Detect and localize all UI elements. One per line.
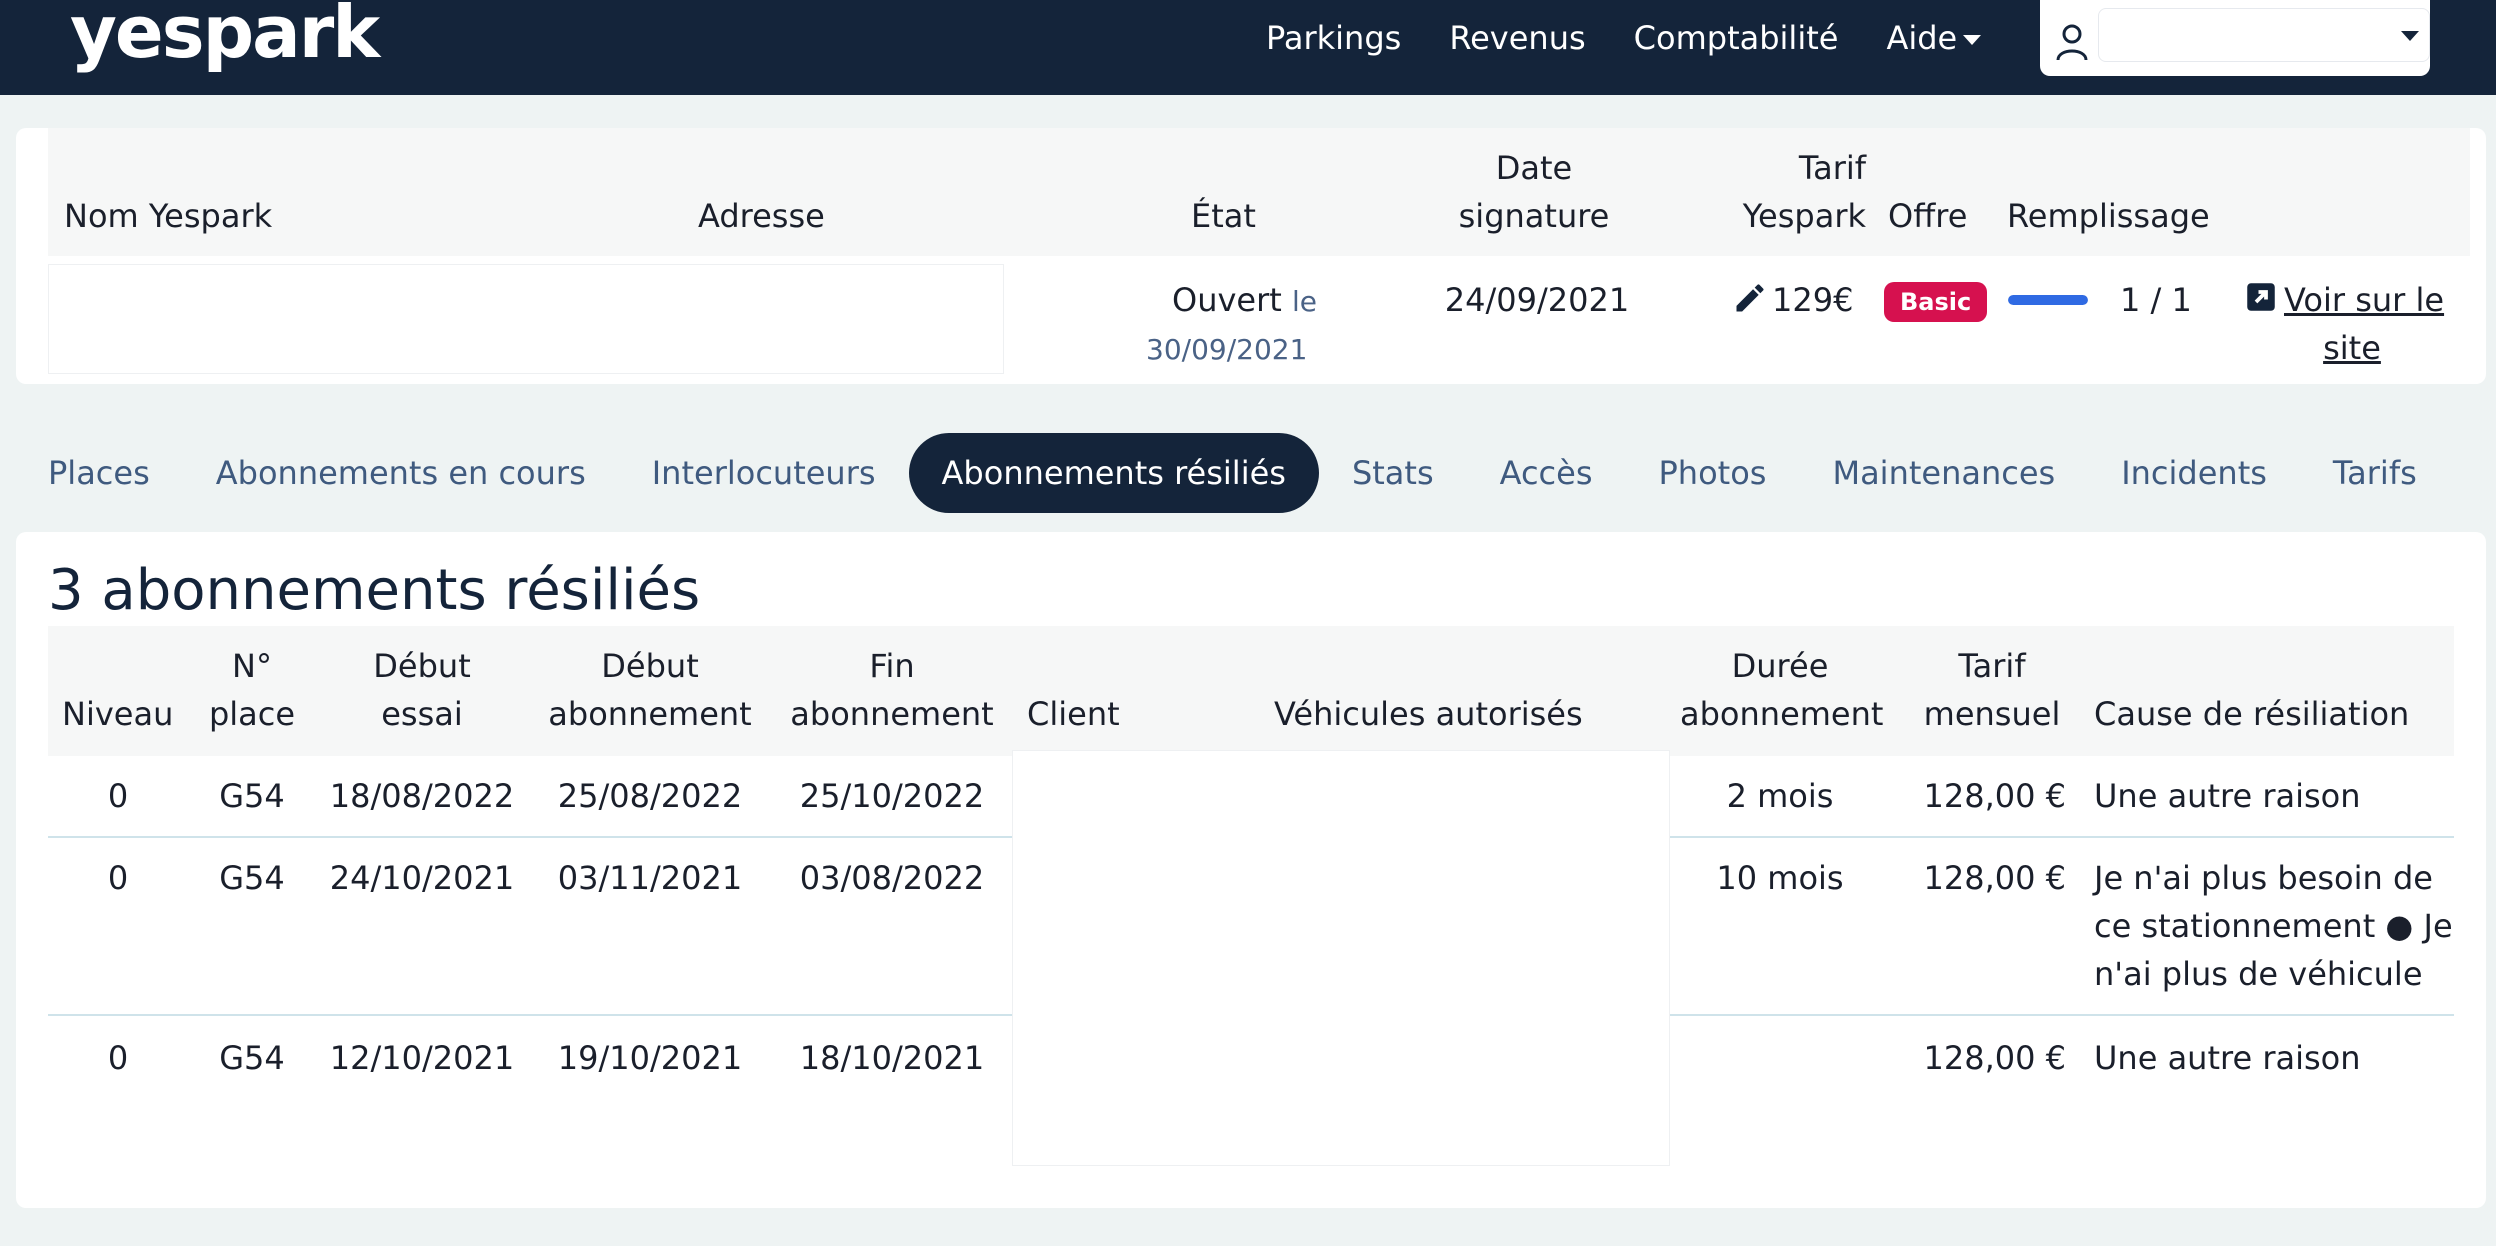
parking-summary-card: Nom Yespark Adresse État Date signature … xyxy=(16,128,2486,384)
col-fin-abo-2: abonnement xyxy=(790,695,994,733)
chevron-down-icon xyxy=(2401,31,2419,41)
cell-cause: Une autre raison xyxy=(2094,1039,2361,1077)
yespark-logo[interactable]: yespark xyxy=(70,0,380,74)
col-debut-abo-1: Début xyxy=(601,647,699,685)
col-niveau: Niveau xyxy=(62,695,174,733)
cell-tarif: 128,00 € xyxy=(1923,859,2067,897)
parking-name-address-cell xyxy=(48,264,1004,374)
cell-niveau: 0 xyxy=(107,777,129,815)
external-link-icon[interactable] xyxy=(2246,282,2276,312)
col-offre: Offre xyxy=(1888,197,1968,235)
nav-link-comptabilite[interactable]: Comptabilité xyxy=(1634,18,1839,58)
tab-tarifs[interactable]: Tarifs xyxy=(2300,433,2450,513)
user-icon xyxy=(2056,24,2088,61)
col-duree-1: Durée xyxy=(1731,647,1829,685)
remplissage-value: 1 / 1 xyxy=(2120,281,2192,319)
cell-debut-essai: 18/08/2022 xyxy=(329,777,515,815)
col-place-1: N° xyxy=(232,647,272,685)
nav-links: Parkings Revenus Comptabilité Aide xyxy=(1266,18,2029,58)
nav-link-revenus[interactable]: Revenus xyxy=(1449,18,1585,58)
cell-cause-line-3: n'ai plus de véhicule xyxy=(2094,955,2423,993)
nav-link-parkings[interactable]: Parkings xyxy=(1266,18,1401,58)
cell-niveau: 0 xyxy=(107,859,129,897)
cell-fin-abo: 25/10/2022 xyxy=(799,777,985,815)
remplissage-progress-bar xyxy=(2008,295,2088,305)
col-client: Client xyxy=(1027,695,1120,733)
col-remplissage: Remplissage xyxy=(2007,197,2210,235)
cell-duree: 2 mois xyxy=(1726,777,1834,815)
cell-fin-abo: 18/10/2021 xyxy=(799,1039,985,1077)
tab-incidents[interactable]: Incidents xyxy=(2088,433,2300,513)
tarif-value: 129€ xyxy=(1772,281,1854,319)
etat-le: le xyxy=(1292,285,1318,318)
col-nom-yespark: Nom Yespark xyxy=(64,197,273,235)
tab-acces[interactable]: Accès xyxy=(1467,433,1626,513)
edit-pencil-icon[interactable] xyxy=(1732,280,1768,316)
cell-debut-abo: 25/08/2022 xyxy=(557,777,743,815)
col-debut-essai-1: Début xyxy=(373,647,471,685)
col-tarif-2: Yespark xyxy=(1742,197,1866,235)
cell-tarif: 128,00 € xyxy=(1923,777,2067,815)
cell-cause-line-1: Je n'ai plus besoin de xyxy=(2094,859,2433,897)
remplissage-progress-fill xyxy=(2008,295,2088,305)
col-tarif-mensuel-2: mensuel xyxy=(1923,695,2061,733)
col-date-signature-1: Date xyxy=(1495,149,1573,187)
offre-badge: Basic xyxy=(1884,282,1988,322)
col-debut-abo-2: abonnement xyxy=(548,695,752,733)
tab-bar: Places Abonnements en cours Interlocuteu… xyxy=(30,432,2450,514)
col-cause: Cause de résiliation xyxy=(2094,695,2410,733)
nav-link-aide-label: Aide xyxy=(1886,19,1958,57)
tab-abonnements-en-cours[interactable]: Abonnements en cours xyxy=(183,433,619,513)
tab-maintenances[interactable]: Maintenances xyxy=(1799,433,2088,513)
user-menu[interactable] xyxy=(2040,0,2430,76)
cell-cause: Une autre raison xyxy=(2094,777,2361,815)
cell-place: G54 xyxy=(219,1039,285,1077)
cell-fin-abo: 03/08/2022 xyxy=(799,859,985,897)
tab-stats[interactable]: Stats xyxy=(1319,433,1467,513)
cell-niveau: 0 xyxy=(107,1039,129,1077)
tab-places[interactable]: Places xyxy=(30,433,183,513)
col-duree-2: abonnement xyxy=(1680,695,1884,733)
cell-debut-abo: 19/10/2021 xyxy=(557,1039,743,1077)
section-title: 3 abonnements résiliés xyxy=(48,558,701,623)
tab-abonnements-resilies[interactable]: Abonnements résiliés xyxy=(908,433,1319,513)
cell-duree: 10 mois xyxy=(1716,859,1844,897)
etat-date: 30/09/2021 xyxy=(1146,333,1308,366)
col-adresse: Adresse xyxy=(698,197,825,235)
cell-debut-abo: 03/11/2021 xyxy=(557,859,743,897)
caret-down-icon xyxy=(1963,35,1982,45)
col-etat: État xyxy=(1191,197,1256,235)
col-tarif-mensuel-1: Tarif xyxy=(1958,647,2026,685)
nav-link-aide[interactable]: Aide xyxy=(1886,18,1982,58)
col-debut-essai-2: essai xyxy=(381,695,463,733)
cell-place: G54 xyxy=(219,777,285,815)
voir-sur-le-site-link[interactable]: Voir sur le xyxy=(2284,276,2444,324)
col-tarif-1: Tarif xyxy=(1798,149,1866,187)
col-fin-abo-1: Fin xyxy=(869,647,915,685)
col-vehicules: Véhicules autorisés xyxy=(1274,695,1583,733)
cell-place: G54 xyxy=(219,859,285,897)
tab-interlocuteurs[interactable]: Interlocuteurs xyxy=(619,433,909,513)
top-navbar: yespark Parkings Revenus Comptabilité Ai… xyxy=(0,0,2496,95)
cell-cause-line-2: ce stationnement ● Je xyxy=(2094,907,2453,945)
col-date-signature-2: signature xyxy=(1458,197,1610,235)
user-select[interactable] xyxy=(2098,8,2430,62)
client-vehicules-cell xyxy=(1012,750,1670,1166)
etat-value: Ouvert xyxy=(1172,281,1282,319)
cell-tarif: 128,00 € xyxy=(1923,1039,2067,1077)
cell-debut-essai: 24/10/2021 xyxy=(329,859,515,897)
tab-photos[interactable]: Photos xyxy=(1626,433,1800,513)
col-place-2: place xyxy=(208,695,296,733)
voir-sur-le-site-link-2[interactable]: site xyxy=(2310,324,2394,372)
cell-debut-essai: 12/10/2021 xyxy=(329,1039,515,1077)
date-signature-value: 24/09/2021 xyxy=(1444,281,1630,319)
